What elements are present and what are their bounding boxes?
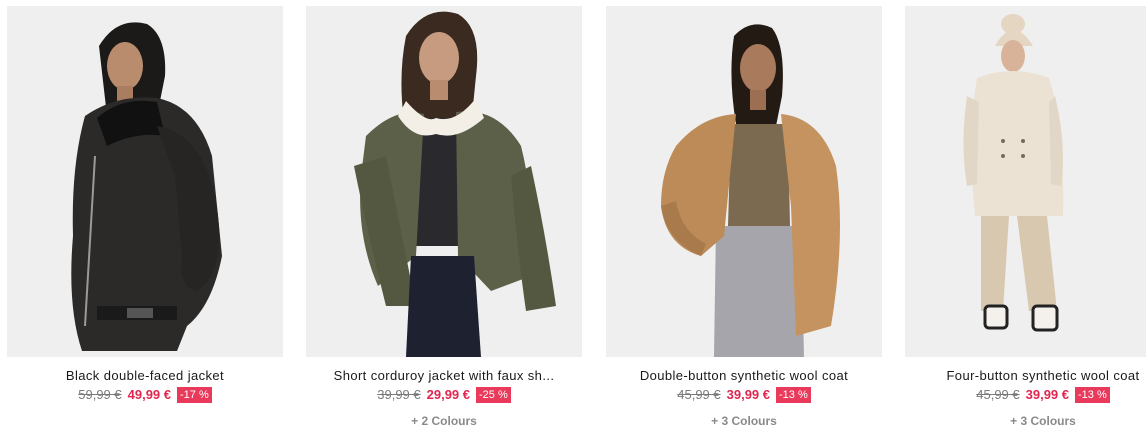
discount-badge: -13 % xyxy=(776,387,811,403)
sale-price: 39,99 € xyxy=(1025,387,1069,402)
product-name[interactable]: Four-button synthetic wool coat xyxy=(905,368,1146,383)
product-prices: 45,99 € 39,99 € -13 % xyxy=(606,387,882,403)
product-prices: 39,99 € 29,99 € -25 % xyxy=(306,387,582,403)
product-image[interactable] xyxy=(905,6,1146,357)
original-price: 45,99 € xyxy=(677,387,721,402)
product-name[interactable]: Double-button synthetic wool coat xyxy=(606,368,882,383)
product-card[interactable]: Short corduroy jacket with faux sh... 39… xyxy=(306,6,582,436)
original-price: 39,99 € xyxy=(377,387,421,402)
product-card[interactable]: Four-button synthetic wool coat 45,99 € 3… xyxy=(905,6,1146,436)
more-colours-link[interactable]: + 3 Colours xyxy=(905,414,1146,428)
discount-badge: -25 % xyxy=(476,387,511,403)
original-price: 59,99 € xyxy=(78,387,122,402)
more-colours-link[interactable]: + 2 Colours xyxy=(306,414,582,428)
product-name[interactable]: Black double-faced jacket xyxy=(7,368,283,383)
product-prices: 45,99 € 39,99 € -13 % xyxy=(905,387,1146,403)
product-image[interactable] xyxy=(606,6,882,357)
product-name[interactable]: Short corduroy jacket with faux sh... xyxy=(306,368,582,383)
discount-badge: -17 % xyxy=(177,387,212,403)
sale-price: 29,99 € xyxy=(426,387,470,402)
sale-price: 49,99 € xyxy=(127,387,171,402)
discount-badge: -13 % xyxy=(1075,387,1110,403)
original-price: 45,99 € xyxy=(976,387,1020,402)
product-card[interactable]: Double-button synthetic wool coat 45,99 … xyxy=(606,6,882,436)
more-colours-link[interactable]: + 3 Colours xyxy=(606,414,882,428)
product-grid: Black double-faced jacket 59,99 € 49,99 €… xyxy=(0,0,1146,436)
product-image[interactable] xyxy=(7,6,283,357)
sale-price: 39,99 € xyxy=(726,387,770,402)
product-card[interactable]: Black double-faced jacket 59,99 € 49,99 €… xyxy=(7,6,283,436)
product-prices: 59,99 € 49,99 € -17 % xyxy=(7,387,283,403)
product-image[interactable] xyxy=(306,6,582,357)
